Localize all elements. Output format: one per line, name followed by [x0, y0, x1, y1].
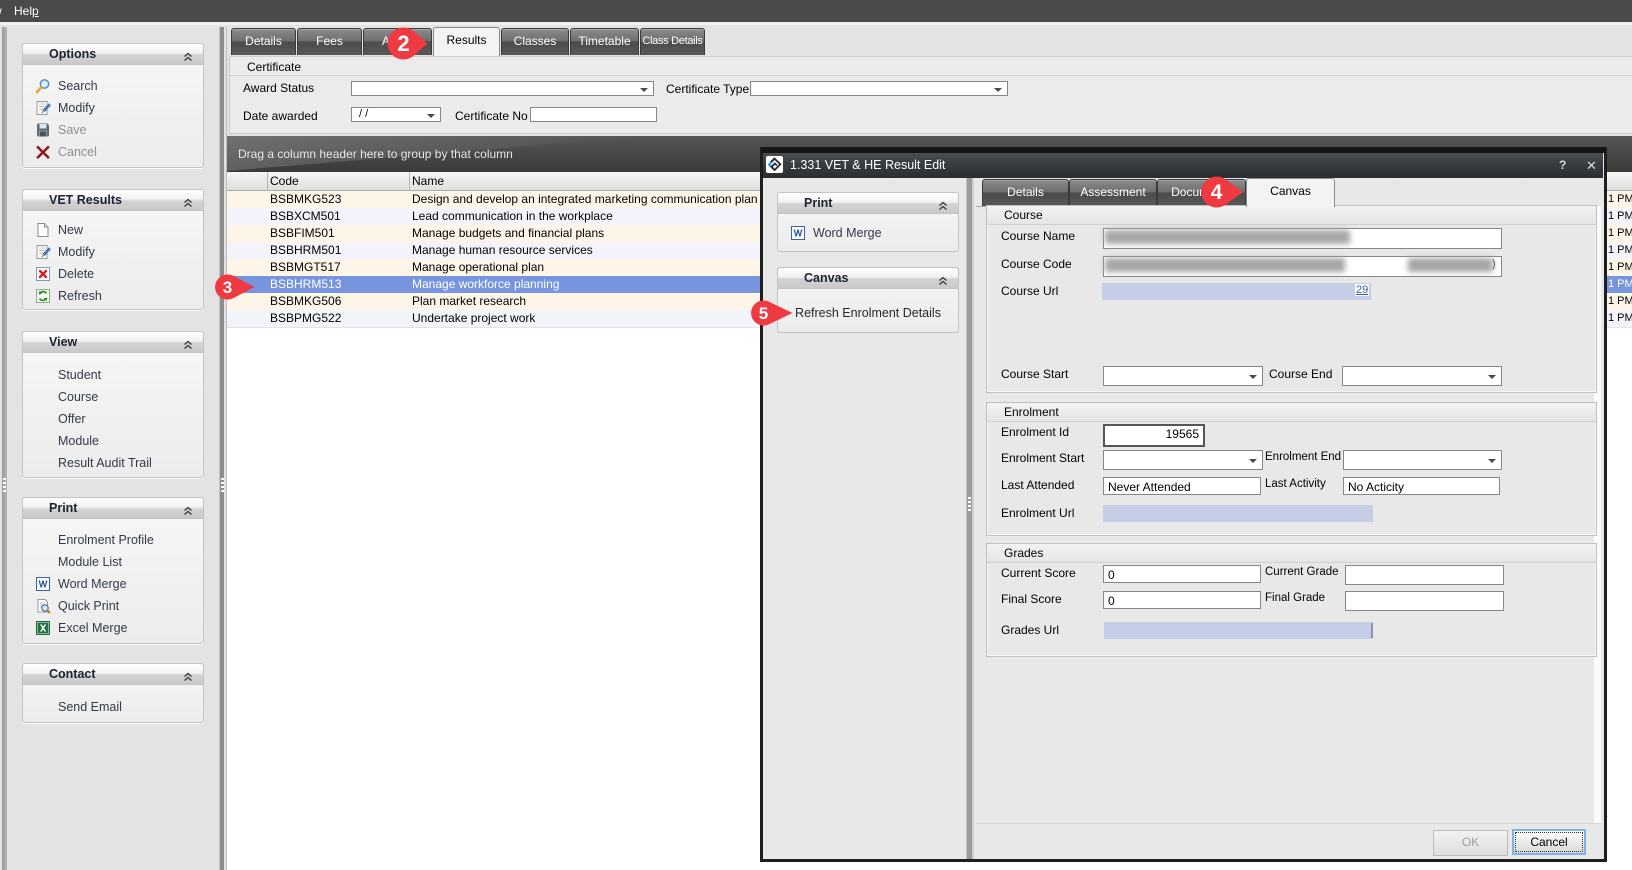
svg-text:5: 5: [759, 304, 768, 323]
svg-text:3: 3: [223, 278, 232, 297]
svg-text:4: 4: [1211, 181, 1223, 204]
svg-text:2: 2: [397, 31, 409, 56]
